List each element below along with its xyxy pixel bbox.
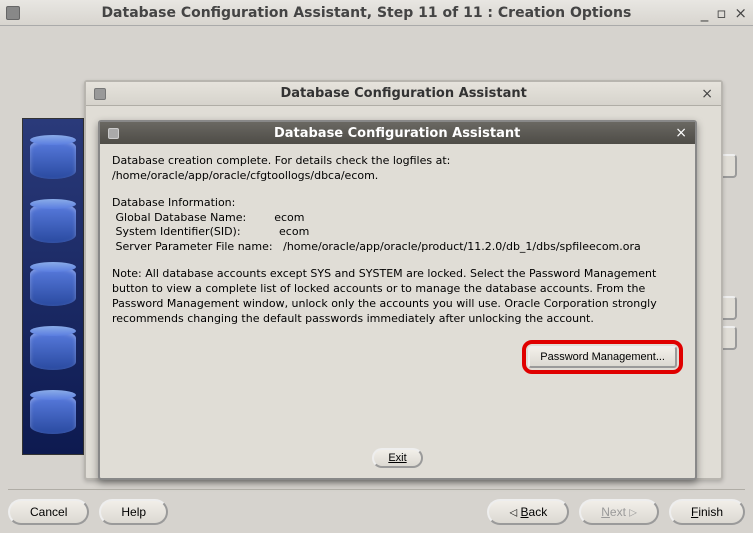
app-icon (108, 128, 119, 139)
global-db-name-label: Global Database Name: (112, 211, 246, 224)
finish-label: inish (698, 505, 723, 519)
maximize-icon[interactable]: ▫ (716, 4, 726, 22)
progress-dialog-title: Database Configuration Assistant (106, 86, 701, 101)
db-info-heading: Database Information: (112, 196, 235, 209)
completion-dialog: Database Configuration Assistant × Datab… (98, 120, 697, 480)
help-button[interactable]: Help (99, 499, 168, 525)
wizard-button-bar: Cancel Help ◁ Back Next ▷ Finish (8, 489, 745, 523)
outer-window-titlebar: Database Configuration Assistant, Step 1… (0, 0, 753, 26)
next-label: ext (610, 505, 626, 519)
creation-complete-text: Database creation complete. For details … (112, 154, 683, 184)
database-icon (30, 139, 76, 179)
wizard-sidebar-graphic (22, 118, 84, 455)
close-icon[interactable]: × (701, 86, 713, 102)
database-icon (30, 203, 76, 243)
minimize-icon[interactable]: _ (701, 4, 709, 22)
database-icon (30, 330, 76, 370)
completion-dialog-content: Database creation complete. For details … (100, 144, 695, 442)
database-icon (30, 394, 76, 434)
completion-dialog-title: Database Configuration Assistant (119, 126, 675, 141)
spfile-value: /home/oracle/app/oracle/product/11.2.0/d… (283, 240, 641, 253)
global-db-name-value: ecom (274, 211, 304, 224)
exit-button[interactable]: Exit (372, 448, 422, 468)
chevron-right-icon: ▷ (629, 507, 637, 518)
password-management-highlight: Password Management... (522, 340, 683, 374)
back-button[interactable]: ◁ Back (487, 499, 569, 525)
chevron-left-icon: ◁ (509, 507, 517, 518)
sid-value: ecom (279, 225, 309, 238)
next-button: Next ▷ (579, 499, 659, 525)
outer-window-body: Database Configuration Assistant × Datab… (0, 26, 753, 533)
finish-button[interactable]: Finish (669, 499, 745, 525)
password-note: Note: All database accounts except SYS a… (112, 267, 683, 326)
database-icon (30, 266, 76, 306)
back-label: ack (529, 505, 548, 519)
outer-window-title: Database Configuration Assistant, Step 1… (32, 5, 701, 21)
close-icon[interactable]: × (734, 4, 747, 22)
progress-dialog-titlebar: Database Configuration Assistant × (86, 82, 721, 106)
completion-dialog-titlebar: Database Configuration Assistant × (100, 122, 695, 144)
password-management-button[interactable]: Password Management... (528, 346, 677, 368)
sid-label: System Identifier(SID): (112, 225, 241, 238)
cancel-button[interactable]: Cancel (8, 499, 89, 525)
log-intro: Database creation complete. For details … (112, 154, 450, 167)
close-icon[interactable]: × (675, 125, 687, 141)
spfile-label: Server Parameter File name: (112, 240, 273, 253)
app-icon (6, 6, 20, 20)
database-information: Database Information: Global Database Na… (112, 196, 683, 255)
log-path: /home/oracle/app/oracle/cfgtoollogs/dbca… (112, 169, 378, 182)
app-icon (94, 88, 106, 100)
